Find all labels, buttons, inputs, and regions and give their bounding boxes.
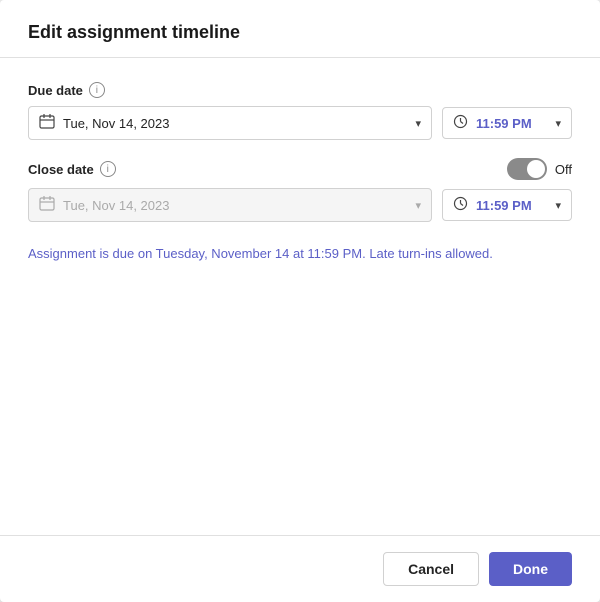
calendar-icon-close bbox=[39, 195, 55, 215]
close-date-picker[interactable]: Tue, Nov 14, 2023 ▾ bbox=[28, 188, 432, 222]
cancel-button[interactable]: Cancel bbox=[383, 552, 479, 586]
due-date-info-icon[interactable]: i bbox=[89, 82, 105, 98]
due-date-label: Due date bbox=[28, 83, 83, 98]
close-date-toggle[interactable] bbox=[507, 158, 547, 180]
clock-icon-close bbox=[453, 196, 468, 214]
close-date-label-row: Close date i Off bbox=[28, 158, 572, 180]
dialog-header: Edit assignment timeline bbox=[0, 0, 600, 58]
due-time-picker[interactable]: 11:59 PM ▾ bbox=[442, 107, 572, 139]
due-date-value: Tue, Nov 14, 2023 bbox=[63, 116, 407, 131]
due-date-label-row: Due date i bbox=[28, 82, 572, 98]
close-date-input-row: Tue, Nov 14, 2023 ▾ 11:59 PM ▾ bbox=[28, 188, 572, 222]
assignment-summary: Assignment is due on Tuesday, November 1… bbox=[28, 244, 572, 264]
close-date-section: Close date i Off bbox=[28, 158, 572, 222]
close-date-chevron: ▾ bbox=[415, 199, 421, 212]
due-time-chevron: ▾ bbox=[555, 117, 561, 130]
due-date-section: Due date i Tue, Nov 14, 2023 ▾ bbox=[28, 82, 572, 140]
due-date-input-row: Tue, Nov 14, 2023 ▾ 11:59 PM ▾ bbox=[28, 106, 572, 140]
dialog-footer: Cancel Done bbox=[0, 535, 600, 602]
close-date-toggle-container: Off bbox=[507, 158, 572, 180]
toggle-thumb bbox=[527, 160, 545, 178]
toggle-state-label: Off bbox=[555, 162, 572, 177]
dialog-title: Edit assignment timeline bbox=[28, 22, 240, 42]
dialog-body: Due date i Tue, Nov 14, 2023 ▾ bbox=[0, 58, 600, 399]
done-button[interactable]: Done bbox=[489, 552, 572, 586]
due-date-picker[interactable]: Tue, Nov 14, 2023 ▾ bbox=[28, 106, 432, 140]
due-time-value: 11:59 PM bbox=[476, 116, 547, 131]
close-date-label: Close date bbox=[28, 162, 94, 177]
edit-timeline-dialog: Edit assignment timeline Due date i bbox=[0, 0, 600, 602]
calendar-icon-due bbox=[39, 113, 55, 133]
close-time-value: 11:59 PM bbox=[476, 198, 547, 213]
close-time-picker[interactable]: 11:59 PM ▾ bbox=[442, 189, 572, 221]
close-date-value: Tue, Nov 14, 2023 bbox=[63, 198, 407, 213]
clock-icon-due bbox=[453, 114, 468, 132]
close-date-info-icon[interactable]: i bbox=[100, 161, 116, 177]
close-time-chevron: ▾ bbox=[555, 199, 561, 212]
due-date-chevron: ▾ bbox=[415, 117, 421, 130]
